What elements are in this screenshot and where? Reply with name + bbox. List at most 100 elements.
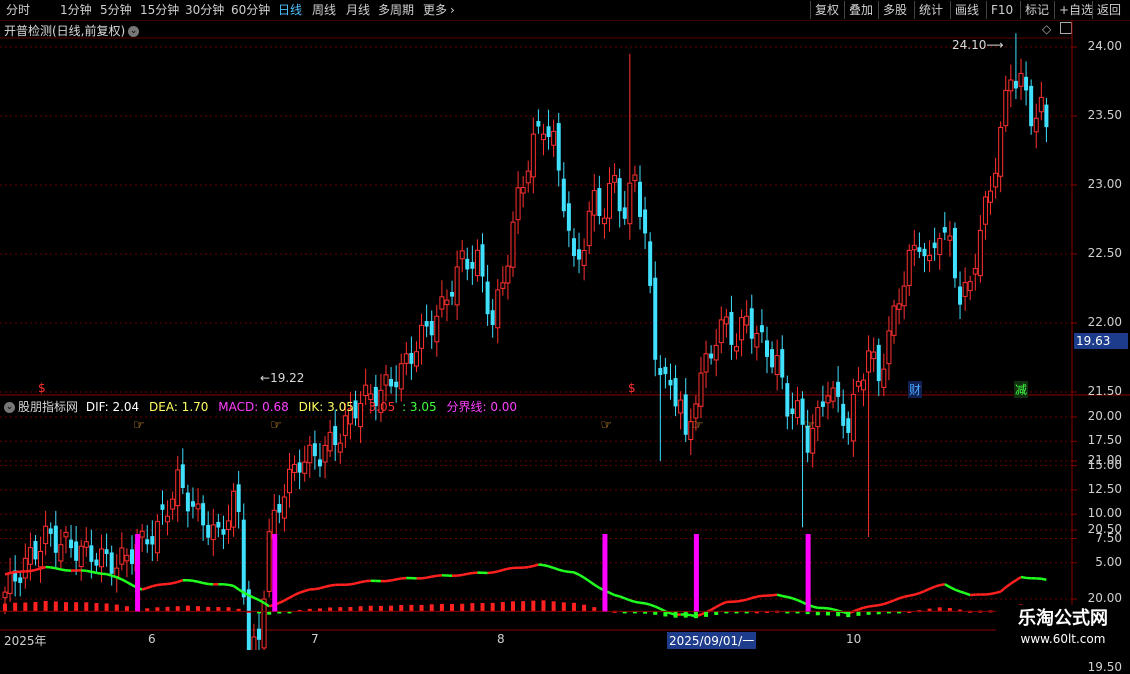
- indicator-y-tick-label: 10.00: [1088, 506, 1122, 520]
- candle-up: [516, 188, 520, 220]
- dik-line-segment: [107, 574, 112, 576]
- dik-line-segment: [640, 603, 645, 604]
- candle-down: [54, 526, 58, 553]
- candle-up: [64, 532, 68, 536]
- dik-line-segment: [635, 602, 640, 603]
- dik-line-segment: [493, 571, 498, 572]
- candle-up: [125, 555, 129, 561]
- buy-signal-bar: [694, 534, 699, 611]
- dik-line-segment: [122, 579, 127, 582]
- dik-line-segment: [157, 584, 162, 585]
- candle-up: [511, 222, 515, 267]
- candle-up: [907, 250, 911, 285]
- dik-line-segment: [716, 604, 721, 607]
- signal-tag[interactable]: $: [628, 381, 636, 395]
- candle-up: [338, 443, 342, 452]
- candle-down: [785, 383, 789, 416]
- dik-value: DIK: 3.05: [299, 400, 354, 414]
- dik-line-segment: [330, 585, 335, 586]
- dik-line-segment: [564, 571, 569, 572]
- candle-down: [465, 259, 469, 270]
- candle-down: [201, 503, 205, 525]
- candle-up: [171, 499, 175, 509]
- dik-line-segment: [193, 581, 198, 582]
- dik-line-segment: [630, 600, 635, 602]
- chevron-down-icon[interactable]: ⌄: [4, 402, 15, 413]
- dik-line-segment: [960, 592, 965, 594]
- dik-line-segment: [935, 585, 940, 587]
- dik-line-segment: [655, 607, 660, 609]
- macd-histogram-bar: [867, 611, 871, 614]
- macd-histogram-bar: [653, 611, 657, 614]
- candle-up: [343, 416, 347, 436]
- dik-line-segment: [584, 578, 589, 581]
- macd-histogram-bar: [409, 605, 413, 612]
- hand-pointer-icon[interactable]: ☞: [600, 418, 612, 433]
- candle-up: [552, 131, 556, 145]
- candle-up: [115, 568, 119, 576]
- macd-histogram-bar: [166, 607, 170, 611]
- hand-pointer-icon[interactable]: ☞: [133, 418, 145, 433]
- candle-up: [232, 491, 236, 527]
- candle-up: [521, 188, 525, 194]
- candle-up: [267, 532, 271, 592]
- macd-histogram-bar: [430, 604, 434, 611]
- candle-down: [643, 210, 647, 234]
- macd-histogram-bar: [572, 603, 576, 612]
- candle-up: [414, 352, 418, 366]
- current-price-box: 19.63: [1074, 333, 1128, 349]
- dik-line-segment: [289, 595, 294, 598]
- macd-histogram-bar: [521, 601, 525, 611]
- candle-up: [694, 404, 698, 418]
- macd-histogram-bar: [206, 607, 210, 611]
- candle-down: [160, 504, 164, 510]
- dik-line-segment: [645, 603, 650, 604]
- candle-up: [897, 304, 901, 310]
- dik-line-segment: [833, 609, 838, 610]
- dik-line-segment: [254, 598, 259, 600]
- candle-down: [89, 545, 93, 562]
- candle-up: [303, 462, 307, 473]
- candle-down: [181, 464, 185, 488]
- candle-down: [943, 227, 947, 233]
- candle-up: [816, 408, 820, 427]
- dik-line-segment: [51, 567, 56, 568]
- candle-up: [887, 331, 891, 364]
- candle-down: [653, 278, 657, 360]
- candle-up: [587, 211, 591, 245]
- candle-down: [450, 292, 454, 297]
- candle-up: [592, 191, 596, 215]
- watermark-title: 乐淘公式网: [996, 607, 1130, 631]
- candle-up: [39, 551, 43, 566]
- candle-up: [120, 548, 124, 564]
- candle-down: [94, 560, 98, 566]
- candle-down: [105, 549, 109, 554]
- dik-line-segment: [35, 568, 40, 569]
- dik-line-segment: [422, 578, 427, 579]
- macd-histogram-bar: [23, 603, 27, 612]
- dik-line-segment: [234, 586, 239, 590]
- dik-line-segment: [117, 577, 122, 579]
- dik-line-segment: [955, 590, 960, 592]
- dik-line-segment: [945, 584, 950, 587]
- signal-tag[interactable]: $: [38, 381, 46, 395]
- macd-histogram-bar: [348, 607, 352, 611]
- buy-signal-bar: [602, 534, 607, 611]
- candle-up: [856, 382, 860, 387]
- dik-line-segment: [5, 573, 10, 574]
- hand-pointer-icon[interactable]: ☞: [804, 418, 816, 433]
- hand-pointer-icon[interactable]: ☞: [692, 418, 704, 433]
- candle-up: [628, 183, 632, 224]
- buy-signal-bar: [806, 534, 811, 611]
- dik-line-segment: [96, 573, 101, 574]
- reduce-holding-tag[interactable]: 减: [1014, 381, 1028, 398]
- kline-chart[interactable]: [0, 0, 1130, 650]
- hand-pointer-icon[interactable]: ☞: [270, 418, 282, 433]
- dik-line-segment: [361, 581, 366, 582]
- macd-histogram-bar: [94, 603, 98, 611]
- candle-up: [613, 176, 617, 183]
- candle-up: [282, 497, 286, 518]
- finance-tag[interactable]: 财: [908, 381, 922, 398]
- candle-down: [470, 262, 474, 269]
- macd-histogram-bar: [481, 603, 485, 611]
